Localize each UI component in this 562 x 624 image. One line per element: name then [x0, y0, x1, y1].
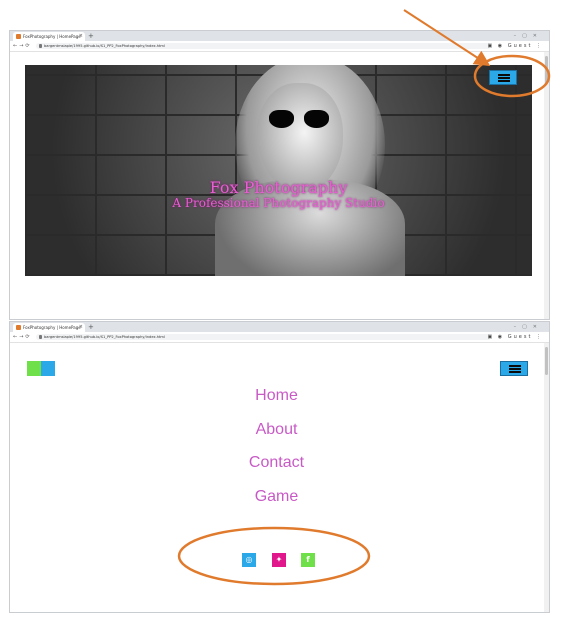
facebook-link[interactable]: f — [301, 553, 315, 567]
page-viewport: Home About Contact Game ◎ ✦ f — [10, 343, 549, 612]
address-bar-row: ←→⟳ bargentmsiapie/1995.github.io/S1_PP2… — [10, 332, 549, 343]
sunglasses-shape — [269, 110, 329, 128]
logo-green-block — [27, 361, 41, 376]
url-text: bargentmsiapie/1995.github.io/S1_PP2_Fox… — [44, 44, 165, 48]
site-logo[interactable] — [27, 361, 55, 376]
fox-favicon-icon — [16, 34, 21, 39]
profile-area[interactable]: ▣ ◉ Guest ⋮ — [487, 332, 543, 342]
instagram-link[interactable]: ◎ — [242, 553, 256, 567]
menu-item-game[interactable]: Game — [10, 488, 543, 506]
browser-window-top: FoxPhotography | HomePage × + –▢✕ ←→⟳ ba… — [9, 30, 550, 320]
scrollbar[interactable] — [544, 52, 549, 319]
tab-bar: FoxPhotography | HomePage × + –▢✕ — [10, 322, 549, 332]
hero-image: Fox Photography A Professional Photograp… — [25, 65, 532, 276]
new-tab-button[interactable]: + — [88, 31, 94, 41]
face-shape — [257, 83, 343, 193]
url-field[interactable]: bargentmsiapie/1995.github.io/S1_PP2_Fox… — [36, 43, 491, 49]
profile-label: Guest — [507, 334, 533, 340]
twitter-icon: ✦ — [275, 555, 283, 564]
hamburger-menu-button[interactable] — [500, 361, 528, 376]
hamburger-icon — [509, 365, 521, 367]
twitter-link[interactable]: ✦ — [272, 553, 286, 567]
browser-window-bottom: FoxPhotography | HomePage × + –▢✕ ←→⟳ ba… — [9, 321, 550, 613]
lock-icon — [39, 44, 42, 48]
scrollbar[interactable] — [544, 343, 549, 612]
hamburger-menu-button[interactable] — [489, 70, 517, 85]
logo-blue-block — [41, 361, 55, 376]
facebook-icon: f — [306, 555, 310, 564]
address-bar-row: ←→⟳ bargentmsiapie/1995.github.io/S1_PP2… — [10, 41, 549, 52]
fox-favicon-icon — [16, 325, 21, 330]
nav-buttons[interactable]: ←→⟳ — [13, 41, 32, 51]
tab-bar: FoxPhotography | HomePage × + –▢✕ — [10, 31, 549, 41]
tab-title: FoxPhotography | HomePage — [23, 325, 81, 330]
tab-title: FoxPhotography | HomePage — [23, 34, 81, 39]
instagram-icon: ◎ — [245, 555, 253, 564]
page-viewport: Fox Photography A Professional Photograp… — [10, 52, 549, 319]
profile-label: Guest — [507, 43, 533, 49]
scroll-thumb[interactable] — [545, 56, 548, 84]
menu-item-home[interactable]: Home — [10, 387, 543, 405]
nav-buttons[interactable]: ←→⟳ — [13, 332, 32, 342]
lock-icon — [39, 335, 42, 339]
hero-title: Fox Photography — [209, 178, 348, 197]
window-controls[interactable]: –▢✕ — [514, 322, 543, 332]
url-text: bargentmsiapie/1995.github.io/S1_PP2_Fox… — [44, 335, 165, 339]
browser-tab[interactable]: FoxPhotography | HomePage × — [13, 32, 85, 41]
browser-tab[interactable]: FoxPhotography | HomePage × — [13, 323, 85, 332]
hamburger-icon — [498, 74, 510, 76]
tab-close-icon[interactable]: × — [79, 323, 83, 332]
profile-area[interactable]: ▣ ◉ Guest ⋮ — [487, 41, 543, 51]
menu-item-contact[interactable]: Contact — [10, 454, 543, 472]
url-field[interactable]: bargentmsiapie/1995.github.io/S1_PP2_Fox… — [36, 334, 491, 340]
menu-item-about[interactable]: About — [10, 421, 543, 439]
tab-close-icon[interactable]: × — [79, 32, 83, 41]
hero-subtitle: A Professional Photography Studio — [172, 196, 385, 210]
scroll-thumb[interactable] — [545, 347, 548, 375]
new-tab-button[interactable]: + — [88, 322, 94, 332]
window-controls[interactable]: –▢✕ — [514, 31, 543, 41]
